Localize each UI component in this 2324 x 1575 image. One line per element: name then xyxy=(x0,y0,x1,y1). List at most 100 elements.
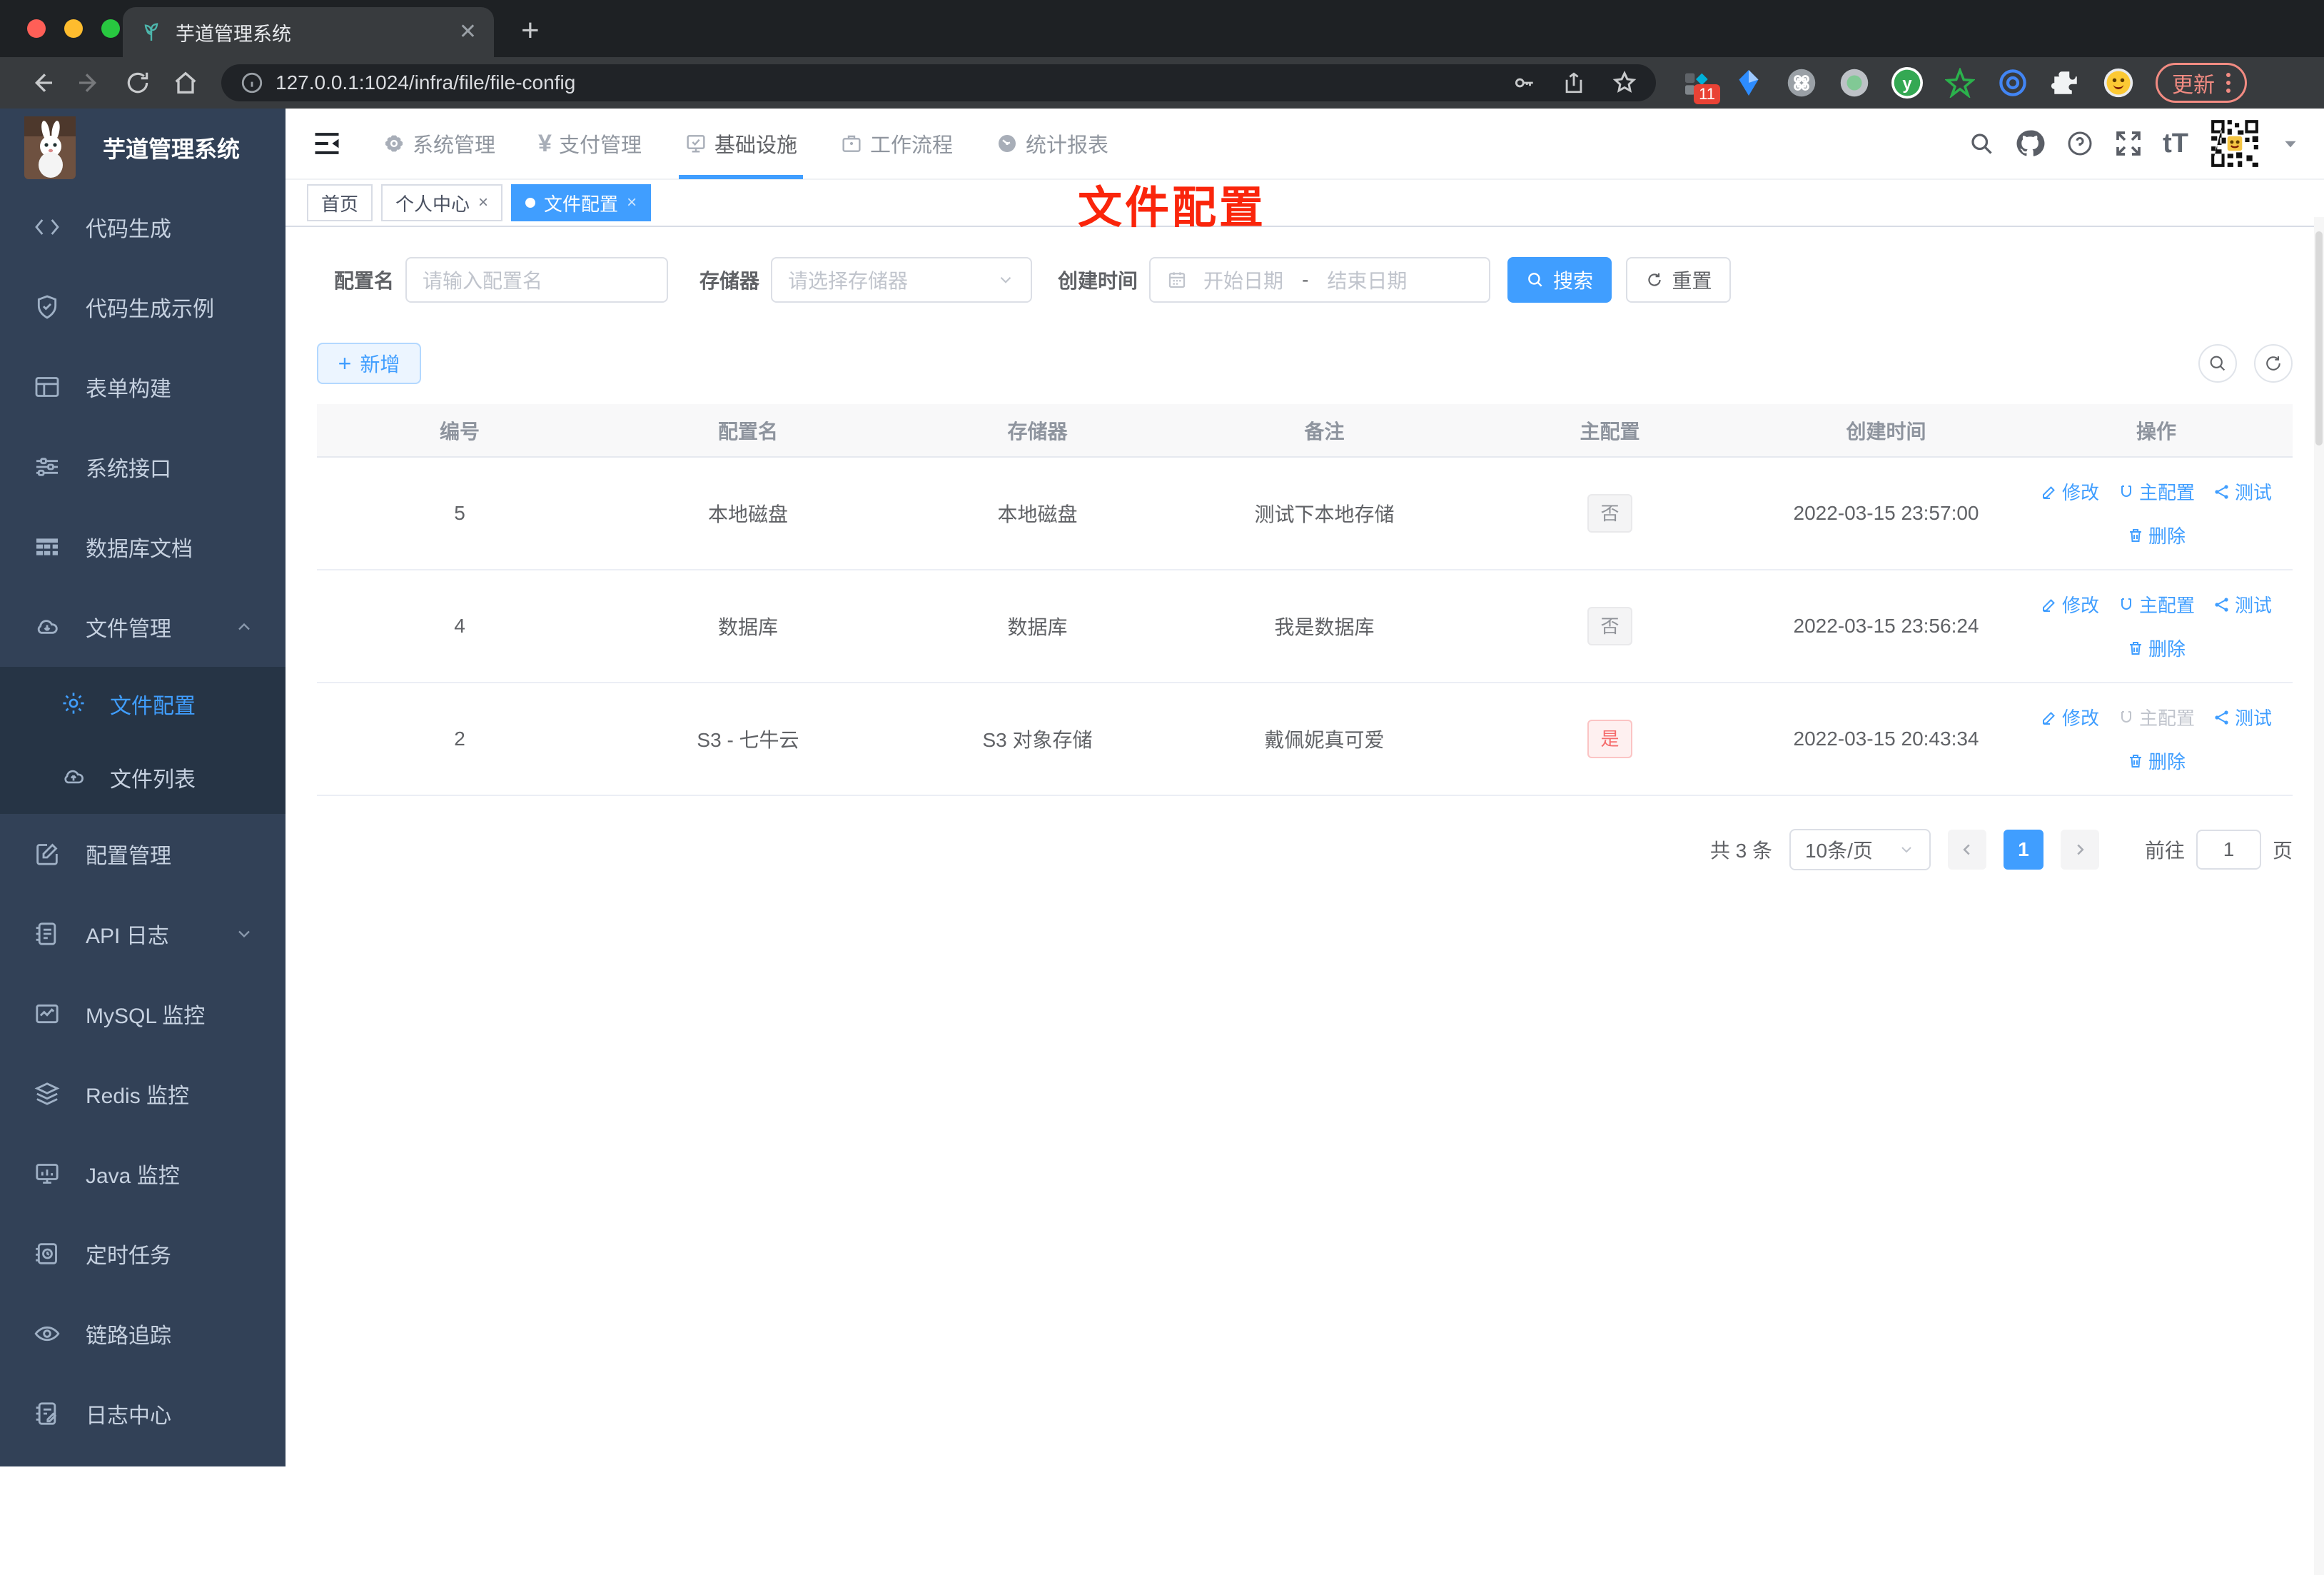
browser-tab[interactable]: 芋道管理系统 ✕ xyxy=(123,7,494,57)
sidebar-item-db-doc[interactable]: 数据库文档 xyxy=(0,507,286,587)
prev-page-button[interactable] xyxy=(1947,830,1986,870)
sidebar-item-label: 系统接口 xyxy=(86,458,171,481)
bookmark-star-icon[interactable] xyxy=(1612,70,1637,96)
sidebar-item-scheduled-tasks[interactable]: 定时任务 xyxy=(0,1214,286,1294)
master-link-disabled: 主配置 xyxy=(2118,704,2195,730)
sidebar-item-form-builder[interactable]: 表单构建 xyxy=(0,347,286,427)
tag-manager-extension-icon[interactable]: 11 xyxy=(1680,67,1720,104)
current-page-button[interactable]: 1 xyxy=(2003,830,2043,870)
home-icon[interactable] xyxy=(171,69,200,97)
refresh-table-icon[interactable] xyxy=(2254,344,2293,383)
sidebar-item-redis-monitor[interactable]: Redis 监控 xyxy=(0,1054,286,1134)
table-grid-icon xyxy=(33,533,61,561)
tag-profile[interactable]: 个人中心 × xyxy=(381,184,503,221)
tags-view-bar: 首页 个人中心 × 文件配置 × xyxy=(286,180,2324,227)
yen-icon: ¥ xyxy=(538,129,552,157)
search-icon[interactable] xyxy=(1969,131,1994,156)
master-link[interactable]: 主配置 xyxy=(2118,591,2195,618)
url-text[interactable]: 127.0.0.1:1024/infra/file/file-config xyxy=(276,71,1486,94)
password-key-icon[interactable] xyxy=(1512,71,1536,95)
y-extension-icon[interactable]: y xyxy=(1891,67,1923,99)
tab-close-icon[interactable]: ✕ xyxy=(459,21,477,43)
date-range-input[interactable]: 开始日期 - 结束日期 xyxy=(1149,257,1491,303)
back-icon[interactable] xyxy=(27,69,56,97)
topnav-system[interactable]: 系统管理 xyxy=(383,108,495,179)
drop-extension-icon[interactable] xyxy=(1733,67,1764,99)
topnav-reports[interactable]: 统计报表 xyxy=(996,108,1108,179)
date-start-placeholder[interactable]: 开始日期 xyxy=(1203,266,1283,294)
forward-icon[interactable] xyxy=(76,69,104,97)
next-page-button[interactable] xyxy=(2060,830,2099,870)
delete-link[interactable]: 删除 xyxy=(2127,635,2186,661)
fullscreen-icon[interactable] xyxy=(2114,129,2143,158)
master-link[interactable]: 主配置 xyxy=(2118,478,2195,505)
page-size-select[interactable]: 10条/页 xyxy=(1789,829,1931,870)
sidebar-item-java-monitor[interactable]: Java 监控 xyxy=(0,1134,286,1214)
edit-link[interactable]: 修改 xyxy=(2041,704,2099,730)
emoji-extension-icon[interactable] xyxy=(2103,67,2134,99)
star-extension-icon[interactable] xyxy=(1944,67,1976,99)
browser-menu-icon[interactable] xyxy=(2226,73,2230,93)
scrollbar-thumb[interactable] xyxy=(2315,231,2323,446)
browser-update-button[interactable]: 更新 xyxy=(2156,63,2247,103)
test-link[interactable]: 测试 xyxy=(2213,478,2272,505)
font-size-icon[interactable]: tT xyxy=(2163,129,2188,159)
avatar[interactable] xyxy=(2208,117,2261,170)
app-logo[interactable]: 芋道管理系统 xyxy=(0,109,286,187)
search-toggle-icon[interactable] xyxy=(2198,344,2237,383)
sidebar-item-file-config[interactable]: 文件配置 xyxy=(0,667,286,740)
github-icon[interactable] xyxy=(2014,128,2046,159)
delete-link[interactable]: 删除 xyxy=(2127,748,2186,774)
sidebar-item-mysql-monitor[interactable]: MySQL 监控 xyxy=(0,974,286,1054)
menu-fold-icon[interactable] xyxy=(311,128,343,159)
tag-file-config[interactable]: 文件配置 × xyxy=(511,184,652,221)
edit-link[interactable]: 修改 xyxy=(2041,591,2099,618)
search-button[interactable]: 搜索 xyxy=(1507,257,1612,303)
sidebar-item-file-list[interactable]: 文件列表 xyxy=(0,740,286,814)
minimize-window-button[interactable] xyxy=(64,19,83,38)
command-extension-icon[interactable] xyxy=(1786,67,1817,99)
reset-button[interactable]: 重置 xyxy=(1626,257,1732,303)
topnav-label: 统计报表 xyxy=(1025,134,1108,157)
test-link[interactable]: 测试 xyxy=(2213,591,2272,618)
sidebar-item-code-generation[interactable]: 代码生成 xyxy=(0,187,286,267)
close-window-button[interactable] xyxy=(27,19,46,38)
topnav-payment[interactable]: ¥ 支付管理 xyxy=(538,108,642,179)
maximize-window-button[interactable] xyxy=(101,19,120,38)
sidebar-item-code-example[interactable]: 代码生成示例 xyxy=(0,267,286,347)
tag-home[interactable]: 首页 xyxy=(307,184,373,221)
scrollbar[interactable] xyxy=(2314,217,2324,1575)
share-icon[interactable] xyxy=(1562,71,1586,95)
traffic-lights[interactable] xyxy=(27,19,120,38)
storage-filter-select[interactable]: 请选择存储器 xyxy=(771,257,1033,303)
caret-down-icon[interactable] xyxy=(2281,134,2300,153)
lens-extension-icon[interactable] xyxy=(1997,67,2029,99)
site-info-icon[interactable] xyxy=(240,71,264,95)
delete-link[interactable]: 删除 xyxy=(2127,522,2186,548)
name-filter-input[interactable]: 请输入配置名 xyxy=(405,257,669,303)
topnav-workflow[interactable]: 工作流程 xyxy=(840,108,953,179)
dot-extension-icon[interactable] xyxy=(1839,67,1870,99)
edit-link[interactable]: 修改 xyxy=(2041,478,2099,505)
sidebar-item-file-management[interactable]: 文件管理 xyxy=(0,587,286,667)
goto-page-input[interactable]: 1 xyxy=(2196,830,2261,870)
test-link[interactable]: 测试 xyxy=(2213,704,2272,730)
help-icon[interactable] xyxy=(2066,129,2094,158)
date-filter-label: 创建时间 xyxy=(1058,270,1138,292)
page-unit-label: 页 xyxy=(2272,840,2293,862)
close-icon[interactable]: × xyxy=(627,193,637,213)
date-end-placeholder[interactable]: 结束日期 xyxy=(1327,266,1407,294)
sidebar-item-system-api[interactable]: 系统接口 xyxy=(0,427,286,507)
new-tab-button[interactable]: + xyxy=(521,13,540,49)
url-bar[interactable]: 127.0.0.1:1024/infra/file/file-config xyxy=(221,64,1656,101)
add-button[interactable]: + 新增 xyxy=(317,343,421,384)
close-icon[interactable]: × xyxy=(478,193,488,213)
briefcase-icon xyxy=(840,132,863,155)
topnav-infrastructure[interactable]: 基础设施 xyxy=(678,108,803,179)
reload-icon[interactable] xyxy=(124,69,151,96)
sidebar-item-config-management[interactable]: 配置管理 xyxy=(0,814,286,894)
sidebar-item-tracing[interactable]: 链路追踪 xyxy=(0,1294,286,1374)
sidebar-item-log-center[interactable]: 日志中心 xyxy=(0,1374,286,1454)
sidebar-item-api-log[interactable]: API 日志 xyxy=(0,894,286,974)
puzzle-extension-icon[interactable] xyxy=(2050,67,2081,99)
